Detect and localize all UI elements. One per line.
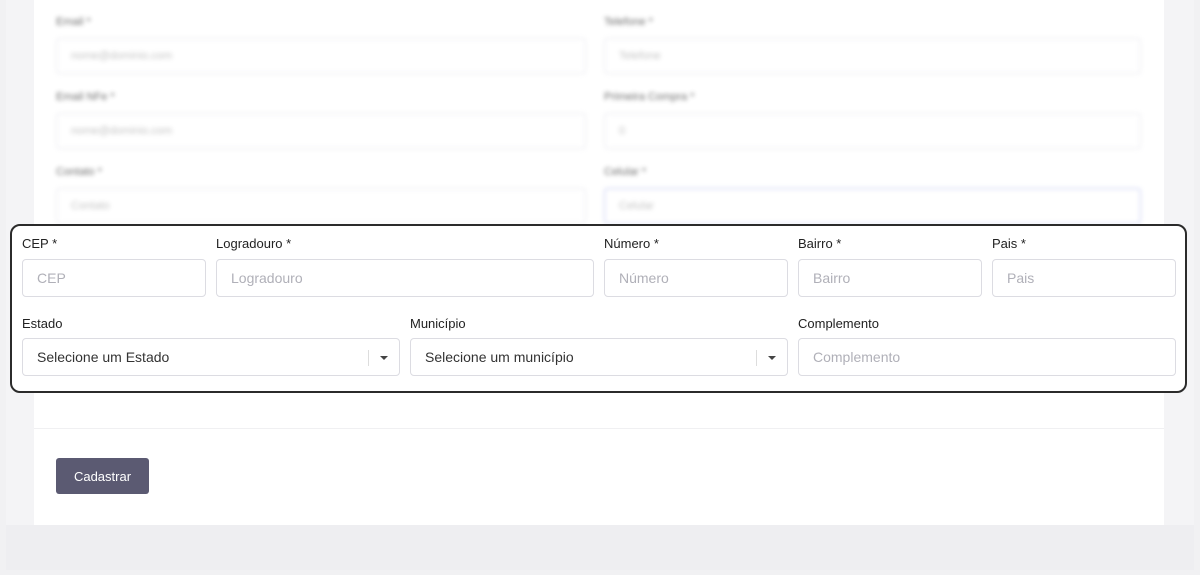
pais-label: Pais * (992, 236, 1026, 251)
blurred-contact-section: Email * nome@dominio.com Telefone * Tele… (0, 0, 1200, 225)
chevron-down-icon[interactable] (380, 356, 388, 360)
cadastrar-button[interactable]: Cadastrar (56, 458, 149, 494)
municipio-selected-value: Selecione um município (425, 349, 574, 365)
chevron-down-icon[interactable] (768, 356, 776, 360)
celular-label: Celular * (604, 166, 647, 178)
complemento-label: Complemento (798, 316, 879, 331)
primeira-compra-label: Primeira Compra * (604, 91, 695, 103)
estado-select[interactable]: Selecione um Estado (22, 338, 400, 376)
email-nfe-field[interactable]: nome@dominio.com (56, 113, 586, 149)
telefone-field[interactable]: Telefone (604, 38, 1141, 74)
pais-input[interactable] (992, 259, 1176, 297)
email-field[interactable]: nome@dominio.com (56, 38, 586, 74)
select-separator (756, 350, 757, 366)
numero-label: Número * (604, 236, 659, 251)
footer-strip (6, 525, 1194, 570)
celular-field[interactable]: Celular (604, 188, 1141, 224)
contato-field[interactable]: Contato (56, 188, 586, 224)
email-nfe-label: Email NFe * (56, 91, 115, 103)
logradouro-input[interactable] (216, 259, 594, 297)
municipio-label: Município (410, 316, 466, 331)
cep-label: CEP * (22, 236, 58, 251)
estado-label: Estado (22, 316, 63, 331)
select-separator (368, 350, 369, 366)
estado-selected-value: Selecione um Estado (37, 349, 170, 365)
municipio-select[interactable]: Selecione um município (410, 338, 788, 376)
telefone-label: Telefone * (604, 16, 653, 28)
numero-input[interactable] (604, 259, 788, 297)
section-divider (34, 428, 1164, 429)
email-label: Email * (56, 16, 91, 28)
complemento-input[interactable] (798, 338, 1176, 376)
bairro-label: Bairro * (798, 236, 842, 251)
contato-label: Contato * (56, 166, 102, 178)
primeira-compra-field[interactable]: 0 (604, 113, 1141, 149)
logradouro-label: Logradouro * (216, 236, 292, 251)
cep-input[interactable] (22, 259, 206, 297)
bairro-input[interactable] (798, 259, 982, 297)
